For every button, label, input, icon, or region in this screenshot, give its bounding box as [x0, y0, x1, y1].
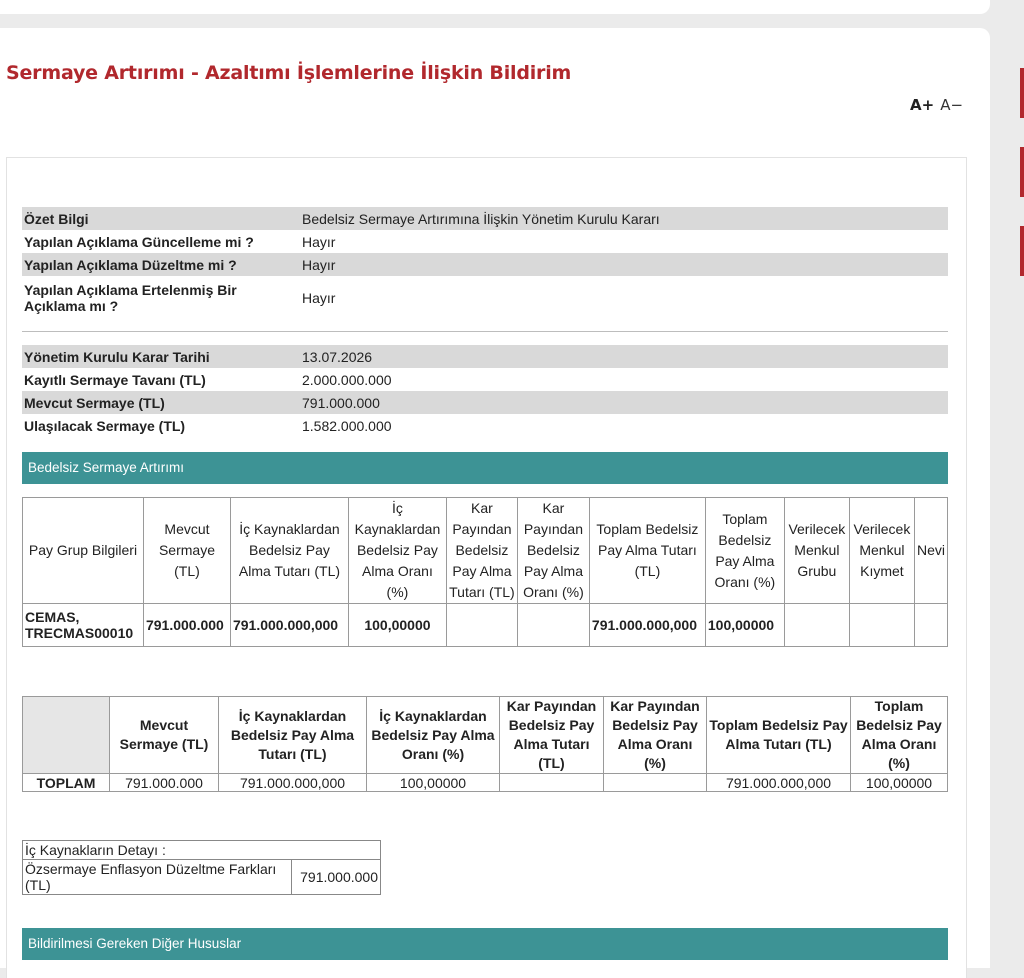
- total-table: Mevcut Sermaye (TL) İç Kaynaklardan Bede…: [22, 696, 948, 792]
- column-header: Verilecek Menkul Kıymet: [848, 497, 915, 604]
- capital-label: Yönetim Kurulu Karar Tarihi: [22, 345, 300, 368]
- summary-value: Hayır: [302, 233, 336, 250]
- column-header: Kar Payından Bedelsiz Pay Alma Oranı (%): [603, 696, 707, 774]
- capital-value: 1.582.000.000: [302, 417, 392, 434]
- table-cell: CEMAS, TRECMAS00010: [22, 603, 144, 647]
- capital-row: Yönetim Kurulu Karar Tarihi 13.07.2026: [22, 345, 948, 368]
- column-header: Kar Payından Bedelsiz Pay Alma Tutarı (T…: [499, 696, 604, 774]
- capital-label: Kayıtlı Sermaye Tavanı (TL): [24, 371, 206, 388]
- section-divider: [22, 331, 948, 332]
- summary-label: Yapılan Açıklama Güncelleme mi ?: [24, 233, 254, 250]
- table-cell: 791.000.000,000: [706, 773, 851, 792]
- column-header: Toplam Bedelsiz Pay Alma Tutarı (TL): [706, 696, 851, 774]
- summary-row: Yapılan Açıklama Güncelleme mi ? Hayır: [22, 230, 948, 253]
- summary-label: Yapılan Açıklama Düzeltme mi ?: [22, 253, 300, 276]
- summary-label: Yapılan Açıklama Ertelenmiş Bir Açıklama…: [24, 282, 237, 314]
- table-cell: 791.000.000,000: [229, 603, 349, 647]
- table-cell: 791.000.000: [142, 603, 231, 647]
- table-row: CEMAS, TRECMAS00010 791.000.000 791.000.…: [22, 603, 949, 647]
- summary-row: Yapılan Açıklama Ertelenmiş Bir Açıklama…: [22, 276, 948, 320]
- table-cell: [499, 773, 604, 792]
- column-header: Pay Grup Bilgileri: [22, 497, 144, 604]
- capital-value: 13.07.2026: [300, 345, 948, 368]
- capital-label: Ulaşılacak Sermaye (TL): [24, 417, 186, 434]
- column-header: Mevcut Sermaye (TL): [142, 497, 231, 604]
- summary-table: Özet Bilgi Bedelsiz Sermaye Artırımına İ…: [22, 207, 948, 320]
- table-cell: 100,00000: [850, 773, 948, 792]
- column-header: Kar Payından Bedelsiz Pay Alma Oranı (%): [516, 497, 590, 604]
- column-header: Mevcut Sermaye (TL): [109, 696, 219, 774]
- capital-value: 2.000.000.000: [302, 371, 392, 388]
- column-header: İç Kaynaklardan Bedelsiz Pay Alma Tutarı…: [218, 696, 367, 774]
- table-cell: [445, 603, 518, 647]
- capital-row: Ulaşılacak Sermaye (TL) 1.582.000.000: [22, 414, 948, 437]
- table-cell: 791.000.000,000: [218, 773, 367, 792]
- table-row: İç Kaynakların Detayı :: [22, 840, 381, 860]
- table-cell: 100,00000: [366, 773, 500, 792]
- internal-sources-title: İç Kaynakların Detayı :: [22, 840, 381, 860]
- internal-sources-table: İç Kaynakların Detayı : Özsermaye Enflas…: [22, 840, 381, 895]
- column-header: Nevi: [913, 497, 949, 604]
- section-header-bonus-increase: Bedelsiz Sermaye Artırımı: [22, 452, 948, 484]
- table-cell: [516, 603, 590, 647]
- table-cell: 791.000.000: [109, 773, 219, 792]
- summary-label: Özet Bilgi: [22, 207, 300, 230]
- font-size-controls: A+ A−: [910, 96, 963, 114]
- top-card: [0, 0, 990, 14]
- table-cell: [603, 773, 707, 792]
- capital-label: Mevcut Sermaye (TL): [22, 391, 300, 414]
- table-row: Özsermaye Enflasyon Düzeltme Farkları (T…: [22, 859, 381, 895]
- table-cell: 791.000.000,000: [588, 603, 706, 647]
- column-header: [22, 696, 110, 774]
- column-header: Toplam Bedelsiz Pay Alma Oranı (%): [850, 696, 948, 774]
- table-cell: 100,00000: [704, 603, 785, 647]
- side-action-tab[interactable]: [1020, 147, 1024, 197]
- pay-group-table: Pay Grup Bilgileri Mevcut Sermaye (TL) İ…: [22, 497, 949, 647]
- column-header: İç Kaynaklardan Bedelsiz Pay Alma Oranı …: [347, 497, 447, 604]
- column-header: Toplam Bedelsiz Pay Alma Oranı (%): [704, 497, 785, 604]
- column-header: Verilecek Menkul Grubu: [783, 497, 850, 604]
- capital-table: Yönetim Kurulu Karar Tarihi 13.07.2026 K…: [22, 345, 948, 437]
- summary-value: Hayır: [302, 290, 336, 306]
- column-header: İç Kaynaklardan Bedelsiz Pay Alma Tutarı…: [229, 497, 349, 604]
- summary-row: Özet Bilgi Bedelsiz Sermaye Artırımına İ…: [22, 207, 948, 230]
- internal-sources-value: 791.000.000: [291, 859, 381, 895]
- side-action-tab[interactable]: [1020, 68, 1024, 118]
- table-cell: [783, 603, 850, 647]
- side-action-tab[interactable]: [1020, 226, 1024, 276]
- capital-row: Kayıtlı Sermaye Tavanı (TL) 2.000.000.00…: [22, 368, 948, 391]
- summary-value: Bedelsiz Sermaye Artırımına İlişkin Yöne…: [300, 207, 948, 230]
- capital-row: Mevcut Sermaye (TL) 791.000.000: [22, 391, 948, 414]
- table-header-row: Mevcut Sermaye (TL) İç Kaynaklardan Bede…: [22, 696, 948, 774]
- summary-row: Yapılan Açıklama Düzeltme mi ? Hayır: [22, 253, 948, 276]
- summary-value: Hayır: [300, 253, 948, 276]
- internal-sources-label: Özsermaye Enflasyon Düzeltme Farkları (T…: [22, 859, 292, 895]
- table-cell: TOPLAM: [22, 773, 110, 792]
- table-cell: [913, 603, 949, 647]
- table-cell: [848, 603, 915, 647]
- column-header: Kar Payından Bedelsiz Pay Alma Tutarı (T…: [445, 497, 518, 604]
- page-title: Sermaye Artırımı - Azaltımı İşlemlerine …: [6, 62, 572, 84]
- font-decrease-button[interactable]: A−: [940, 96, 963, 114]
- table-header-row: Pay Grup Bilgileri Mevcut Sermaye (TL) İ…: [22, 497, 949, 604]
- table-cell: 100,00000: [347, 603, 447, 647]
- capital-value: 791.000.000: [300, 391, 948, 414]
- section-header-other-matters: Bildirilmesi Gereken Diğer Hususlar: [22, 928, 948, 960]
- table-row: TOPLAM 791.000.000 791.000.000,000 100,0…: [22, 773, 948, 792]
- font-increase-button[interactable]: A+: [910, 96, 934, 114]
- column-header: Toplam Bedelsiz Pay Alma Tutarı (TL): [588, 497, 706, 604]
- column-header: İç Kaynaklardan Bedelsiz Pay Alma Oranı …: [366, 696, 500, 774]
